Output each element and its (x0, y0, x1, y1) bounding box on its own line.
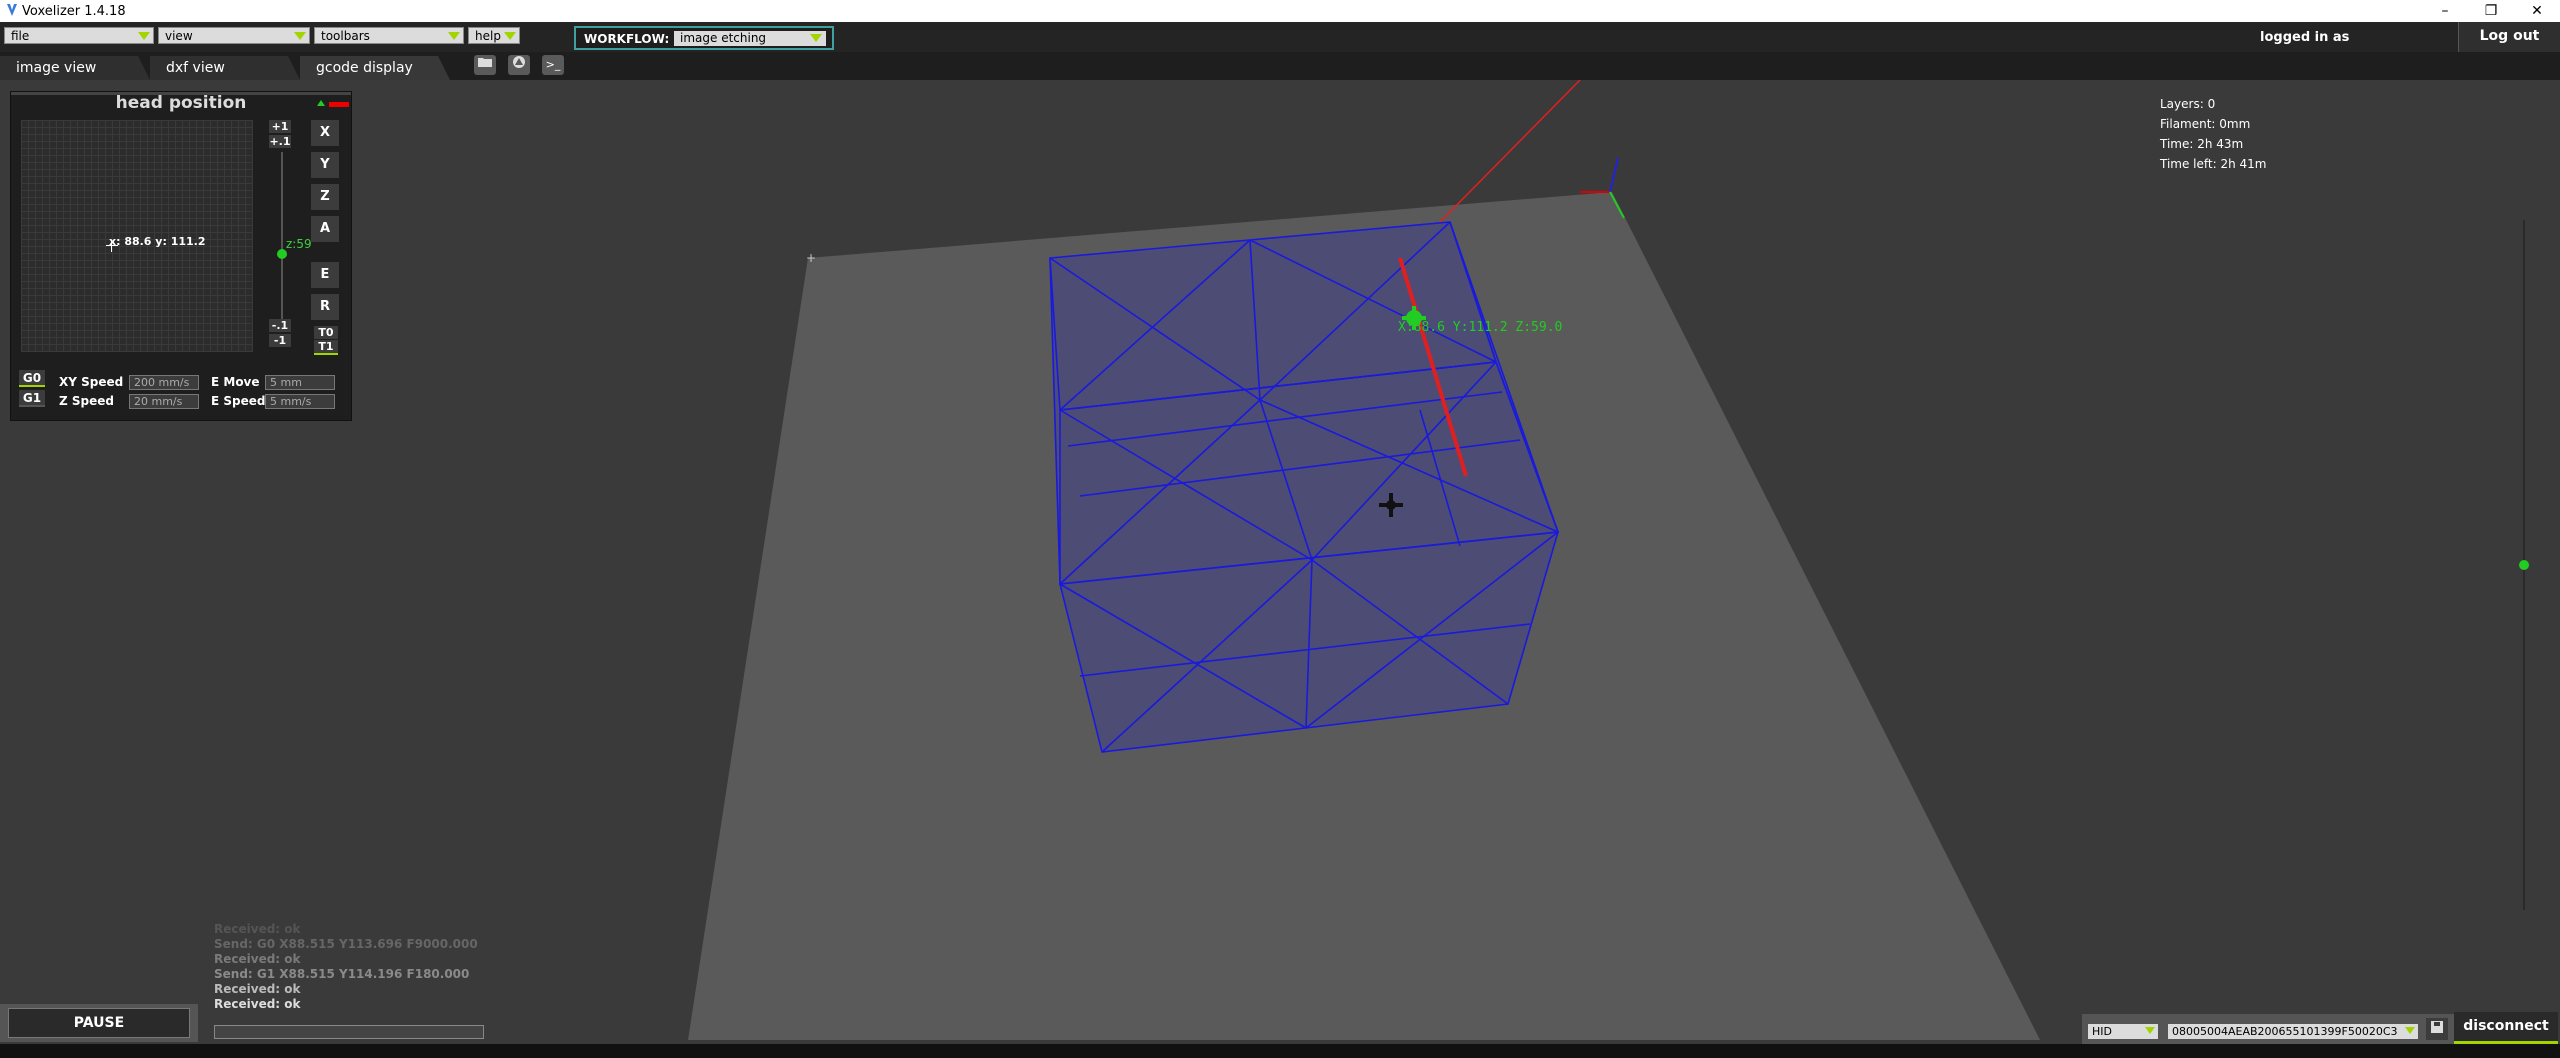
chevron-down-icon (448, 32, 460, 40)
e-move-label: E Move (211, 375, 260, 389)
extrude-button[interactable]: E (311, 262, 339, 288)
restore-button[interactable]: ❐ (2468, 0, 2514, 22)
tool-t0-button[interactable]: T0 (314, 326, 338, 339)
z-step-up-1-button[interactable]: +1 (269, 120, 291, 133)
print-progress-bar (214, 1025, 484, 1039)
view-menu-label: view (165, 29, 193, 43)
toolbars-menu[interactable]: toolbars (314, 27, 464, 44)
close-button[interactable]: ✕ (2514, 0, 2560, 22)
print-stats: Layers: 0 Filament: 0mm Time: 2h 43m Tim… (2160, 94, 2267, 174)
pause-button[interactable]: PAUSE (8, 1008, 190, 1038)
tool-t1-button[interactable]: T1 (314, 340, 338, 355)
log-line: Received: ok (214, 922, 301, 936)
printer-icon (513, 56, 525, 68)
log-line: Send: G0 X88.515 Y113.696 F9000.000 (214, 937, 478, 951)
view-menu[interactable]: view (158, 27, 310, 44)
e-move-input[interactable]: 5 mm (265, 375, 335, 390)
chevron-down-icon (294, 32, 306, 40)
log-line: Send: G1 X88.515 Y114.196 F180.000 (214, 967, 470, 981)
chevron-down-icon (810, 34, 822, 42)
protocol-value: HID (2092, 1025, 2112, 1038)
gcode-3d-viewport[interactable]: X:88.6 Y:111.2 Z:59.0 + (0, 80, 2560, 1040)
panel-top-bar (11, 92, 351, 95)
home-y-button[interactable]: Y (311, 152, 339, 178)
chevron-down-icon (504, 32, 516, 40)
z-step-down-01-button[interactable]: -.1 (269, 319, 291, 332)
chevron-down-icon (2145, 1027, 2155, 1034)
workflow-selector: WORKFLOW: image etching (574, 26, 834, 50)
workflow-value: image etching (680, 31, 767, 45)
z-speed-input[interactable]: 20 mm/s (129, 394, 199, 409)
z-value-label: z:59 (286, 237, 312, 251)
printer-button[interactable] (508, 55, 530, 75)
g1-button[interactable]: G1 (19, 390, 45, 407)
port-value: 08005004AEAB200655101399F50020C3 (2172, 1025, 2398, 1038)
disconnect-button[interactable]: disconnect (2454, 1012, 2558, 1044)
logout-button[interactable]: Log out (2458, 22, 2560, 52)
save-icon (2431, 1021, 2443, 1033)
z-step-up-01-button[interactable]: +.1 (269, 135, 291, 148)
window-titlebar: Voxelizer 1.4.18 – ❐ ✕ (0, 0, 2560, 22)
window-title: Voxelizer 1.4.18 (22, 4, 126, 19)
chevron-down-icon (2405, 1027, 2415, 1034)
taskbar-strip (0, 1044, 2560, 1058)
view-tabs: image view dxf view gcode display (0, 52, 2560, 80)
workflow-dropdown[interactable]: image etching (674, 31, 826, 46)
head-position-title: head position (115, 93, 247, 113)
log-line: Received: ok (214, 952, 301, 966)
log-line: Received: ok (214, 997, 301, 1011)
e-speed-input[interactable]: 5 mm/s (265, 394, 335, 409)
help-menu-label: help (475, 29, 501, 43)
z-step-down-1-button[interactable]: -1 (269, 334, 291, 347)
help-menu[interactable]: help (468, 27, 520, 44)
home-all-button[interactable]: A (311, 216, 339, 242)
head-position-panel: head position x: 88.6 y: 111.2 +1 +.1 z:… (10, 91, 352, 421)
head-position-label: X:88.6 Y:111.2 Z:59.0 (1398, 320, 1562, 335)
z-speed-label: Z Speed (59, 394, 114, 408)
save-port-button[interactable] (2426, 1018, 2448, 1040)
menubar: file view toolbars help (0, 22, 2560, 52)
layer-slider-handle[interactable] (2519, 560, 2529, 570)
retract-button[interactable]: R (311, 294, 339, 320)
file-menu-label: file (11, 29, 30, 43)
stat-time-left: Time left: 2h 41m (2160, 157, 2267, 171)
z-slider-track (281, 152, 283, 332)
xy-speed-label: XY Speed (59, 375, 124, 389)
xy-readout: x: 88.6 y: 111.2 (109, 235, 206, 248)
file-menu[interactable]: file (4, 27, 154, 44)
tab-image-view[interactable]: image view (0, 56, 150, 80)
stat-filament: Filament: 0mm (2160, 117, 2251, 131)
stat-time: Time: 2h 43m (2160, 137, 2244, 151)
voxelizer-logo-icon (7, 4, 17, 16)
logged-in-text: logged in as (2260, 30, 2350, 45)
port-select[interactable]: 08005004AEAB200655101399F50020C3 (2168, 1024, 2418, 1039)
gcode-folder-button[interactable] (474, 55, 496, 75)
protocol-select[interactable]: HID (2088, 1024, 2158, 1039)
folder-icon (478, 58, 492, 67)
collapse-icon[interactable] (317, 100, 325, 106)
stat-layers: Layers: 0 (2160, 97, 2216, 111)
workflow-label: WORKFLOW: (584, 32, 670, 46)
terminal-button[interactable]: >_ (542, 55, 564, 75)
chevron-down-icon (138, 32, 150, 40)
e-speed-label: E Speed (211, 394, 266, 408)
home-z-button[interactable]: Z (311, 184, 339, 210)
tab-dxf-view[interactable]: dxf view (150, 56, 300, 80)
bed-origin-marker: + (806, 251, 816, 265)
g0-button[interactable]: G0 (19, 370, 45, 387)
toolbars-menu-label: toolbars (321, 29, 370, 43)
tab-gcode-display[interactable]: gcode display (300, 56, 450, 80)
xy-speed-input[interactable]: 200 mm/s (129, 375, 199, 390)
log-line: Received: ok (214, 982, 301, 996)
home-x-button[interactable]: X (311, 120, 339, 146)
console-log: Received: ok Send: G0 X88.515 Y113.696 F… (214, 922, 478, 1012)
panel-close-marker[interactable] (329, 102, 349, 107)
minimize-button[interactable]: – (2422, 0, 2468, 22)
